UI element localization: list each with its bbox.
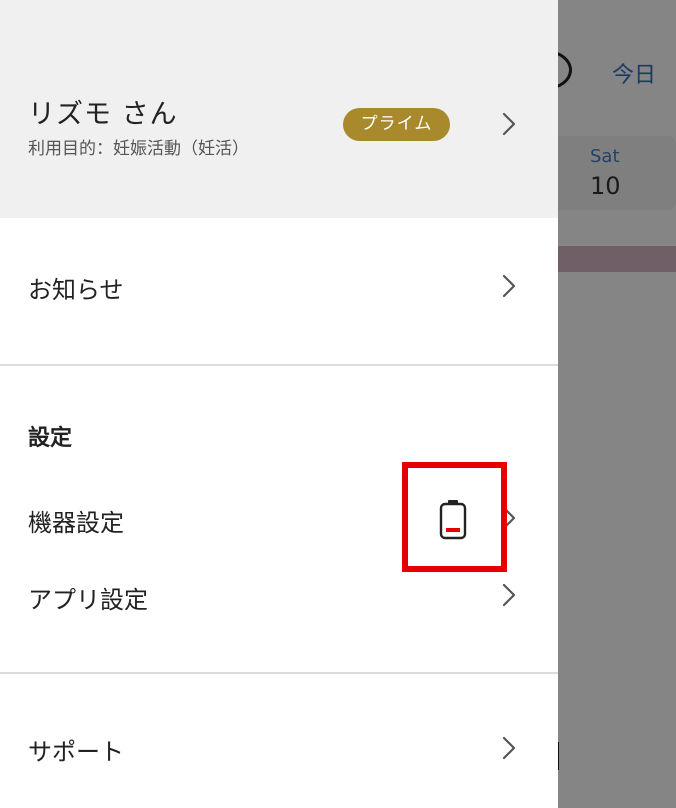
support-label: サポート bbox=[28, 738, 124, 766]
side-drawer: リズモ さん 利用目的：妊娠活動（妊活） プライム お知らせ 設定 機器設定 ア… bbox=[0, 0, 558, 808]
divider bbox=[0, 364, 558, 366]
settings-section-title: 設定 bbox=[28, 426, 73, 451]
profile-header[interactable]: リズモ さん 利用目的：妊娠活動（妊活） プライム bbox=[0, 0, 558, 218]
device-settings-label: 機器設定 bbox=[28, 509, 124, 537]
chevron-right-icon bbox=[502, 112, 516, 136]
prime-badge: プライム bbox=[343, 108, 450, 141]
screen: 今日 Sat 10 リズモ さん 利用目的：妊娠活動（妊活） プライム お知らせ… bbox=[0, 0, 676, 808]
highlight-box bbox=[402, 462, 507, 572]
chevron-right-icon bbox=[502, 274, 516, 298]
notifications-label: お知らせ bbox=[28, 276, 124, 304]
chevron-right-icon bbox=[502, 583, 516, 607]
app-settings-label: アプリ設定 bbox=[28, 586, 148, 614]
chevron-right-icon bbox=[502, 736, 516, 760]
profile-name: リズモ さん bbox=[28, 99, 178, 130]
profile-purpose: 利用目的：妊娠活動（妊活） bbox=[28, 139, 249, 159]
